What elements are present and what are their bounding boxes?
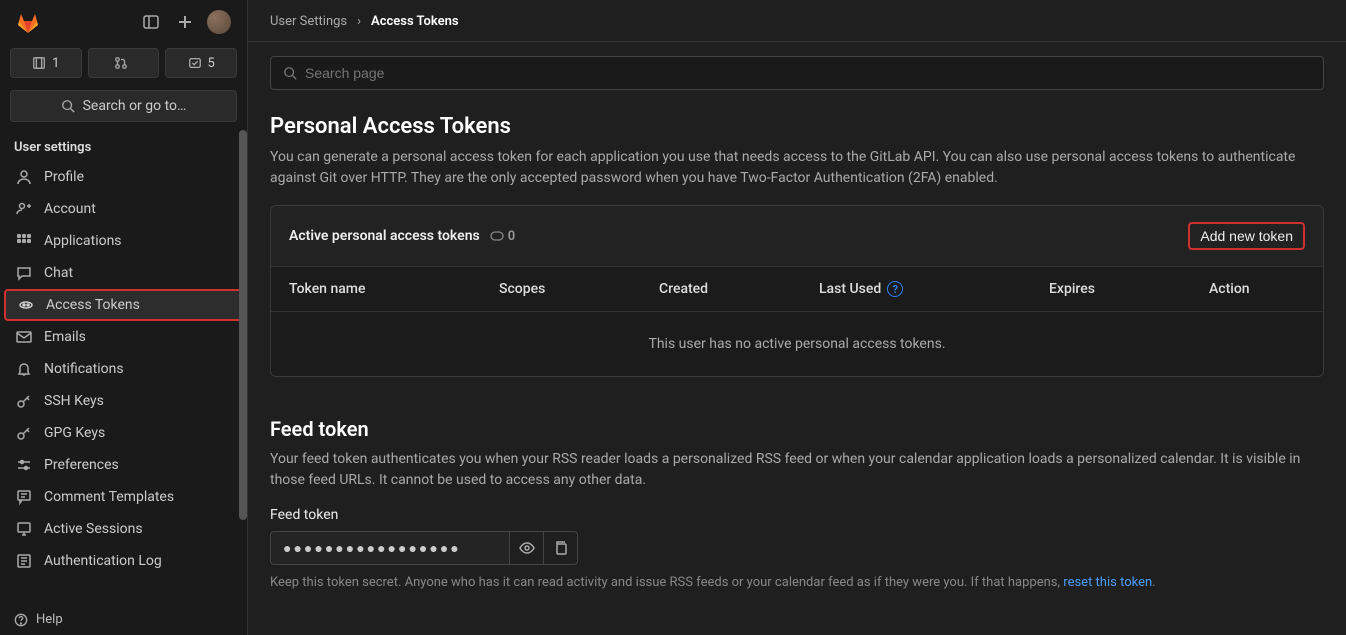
sidebar-item-profile[interactable]: Profile — [0, 161, 247, 193]
profile-icon — [16, 169, 32, 185]
sidebar-item-ssh-keys[interactable]: SSH Keys — [0, 385, 247, 417]
search-page-input[interactable] — [305, 65, 1311, 81]
feed-token-title: Feed token — [270, 417, 1324, 441]
sidebar-item-emails[interactable]: Emails — [0, 321, 247, 353]
scrollbar[interactable] — [239, 130, 247, 520]
plus-icon[interactable] — [173, 10, 197, 34]
issues-counter[interactable]: 1 — [10, 48, 82, 78]
comment-icon — [16, 489, 32, 505]
email-icon — [16, 329, 32, 345]
reveal-token-button[interactable] — [510, 531, 544, 565]
applications-icon — [16, 233, 32, 249]
counter-row: 1 5 — [0, 44, 247, 82]
key-icon — [16, 425, 32, 441]
chat-icon — [16, 265, 32, 281]
sidebar-item-auth-log[interactable]: Authentication Log — [0, 545, 247, 577]
card-title: Active personal access tokens — [289, 228, 480, 244]
breadcrumb-parent[interactable]: User Settings — [270, 14, 347, 29]
log-icon — [16, 553, 32, 569]
sidebar-item-label: Authentication Log — [44, 553, 162, 569]
feed-token-desc: Your feed token authenticates you when y… — [270, 449, 1324, 491]
bell-icon — [16, 361, 32, 377]
sidebar-item-label: Profile — [44, 169, 84, 185]
table-header-row: Token name Scopes Created Last Used ? Ex… — [271, 267, 1323, 312]
page-title: Personal Access Tokens — [270, 114, 1324, 139]
top-bar — [0, 0, 247, 44]
sidebar-section-header: User settings — [0, 130, 247, 161]
help-icon[interactable]: ? — [887, 281, 903, 297]
account-icon — [16, 201, 32, 217]
todos-counter[interactable]: 5 — [165, 48, 237, 78]
gitlab-logo-icon[interactable] — [16, 10, 40, 34]
sidebar-item-label: Preferences — [44, 457, 119, 473]
sidebar-item-label: SSH Keys — [44, 393, 104, 409]
token-count: 0 — [508, 229, 515, 244]
add-new-token-button[interactable]: Add new token — [1188, 222, 1305, 250]
sidebar-item-comment-templates[interactable]: Comment Templates — [0, 481, 247, 513]
token-count-badge: 0 — [490, 229, 515, 244]
monitor-icon — [16, 521, 32, 537]
feed-token-label: Feed token — [270, 507, 1324, 523]
sidebar-item-account[interactable]: Account — [0, 193, 247, 225]
sidebar-search-label: Search or go to… — [83, 98, 187, 114]
sidebar-item-preferences[interactable]: Preferences — [0, 449, 247, 481]
sidebar-item-label: Emails — [44, 329, 86, 345]
preferences-icon — [16, 457, 32, 473]
col-action: Action — [1209, 281, 1289, 297]
key-icon — [16, 393, 32, 409]
sidebar-item-label: Active Sessions — [44, 521, 143, 537]
content: Personal Access Tokens You can generate … — [248, 42, 1346, 610]
breadcrumb: User Settings › Access Tokens — [248, 0, 1346, 42]
sidebar-item-label: Account — [44, 201, 96, 217]
empty-state: This user has no active personal access … — [271, 312, 1323, 376]
sidebar-item-notifications[interactable]: Notifications — [0, 353, 247, 385]
card-header: Active personal access tokens 0 Add new … — [271, 206, 1323, 267]
sidebar-item-label: Access Tokens — [46, 297, 140, 313]
col-expires: Expires — [1049, 281, 1209, 297]
breadcrumb-current: Access Tokens — [371, 14, 459, 29]
sidebar-item-chat[interactable]: Chat — [0, 257, 247, 289]
copy-token-button[interactable] — [544, 531, 578, 565]
help-link[interactable]: Help — [0, 604, 247, 635]
todos-count: 5 — [208, 56, 215, 71]
col-last-used: Last Used ? — [819, 281, 1049, 297]
page-description: You can generate a personal access token… — [270, 147, 1324, 189]
sidebar-item-label: Notifications — [44, 361, 124, 377]
tokens-card: Active personal access tokens 0 Add new … — [270, 205, 1324, 377]
search-page[interactable] — [270, 56, 1324, 90]
sidebar-item-applications[interactable]: Applications — [0, 225, 247, 257]
reset-token-link[interactable]: reset this token — [1063, 575, 1152, 590]
sidebar-item-active-sessions[interactable]: Active Sessions — [0, 513, 247, 545]
mrs-counter[interactable] — [88, 48, 160, 78]
feed-token-hint: Keep this token secret. Anyone who has i… — [270, 575, 1324, 590]
col-token-name: Token name — [289, 281, 499, 297]
issues-count: 1 — [52, 56, 59, 71]
avatar[interactable] — [207, 10, 231, 34]
main: User Settings › Access Tokens Personal A… — [248, 0, 1346, 635]
sidebar-item-label: GPG Keys — [44, 425, 105, 441]
feed-token-input[interactable]: ●●●●●●●●●●●●●●●●● — [270, 531, 510, 565]
sidebar-item-access-tokens[interactable]: Access Tokens — [4, 289, 243, 321]
sidebar-toggle-icon[interactable] — [139, 10, 163, 34]
sidebar-search[interactable]: Search or go to… — [10, 90, 237, 122]
sidebar-item-label: Chat — [44, 265, 73, 281]
col-created: Created — [659, 281, 819, 297]
token-icon — [18, 297, 34, 313]
search-icon — [283, 66, 297, 80]
col-scopes: Scopes — [499, 281, 659, 297]
sidebar-item-label: Comment Templates — [44, 489, 174, 505]
sidebar-item-label: Applications — [44, 233, 122, 249]
feed-token-row: ●●●●●●●●●●●●●●●●● — [270, 531, 1324, 565]
help-label: Help — [36, 612, 63, 627]
sidebar-item-gpg-keys[interactable]: GPG Keys — [0, 417, 247, 449]
sidebar: 1 5 Search or go to… User settings Profi… — [0, 0, 248, 635]
breadcrumb-separator: › — [357, 14, 361, 29]
